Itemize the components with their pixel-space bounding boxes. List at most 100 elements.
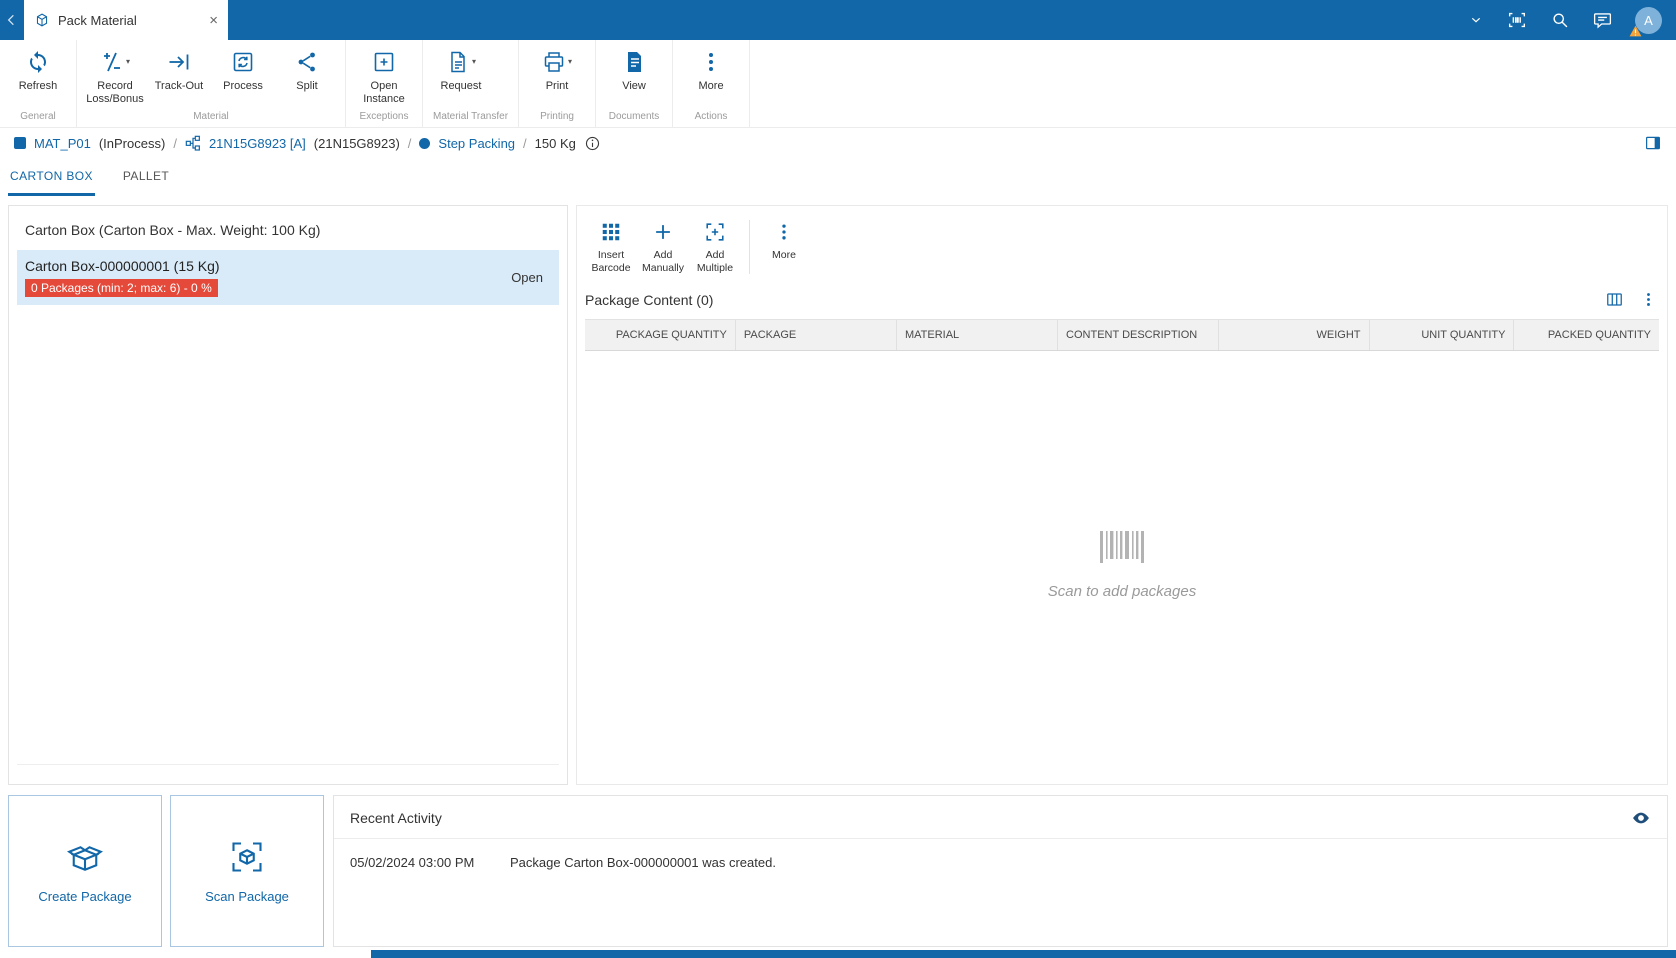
document-tab-pack-material[interactable]: Pack Material ×: [24, 0, 228, 40]
carton-box-name: Carton Box-000000001 (15 Kg): [25, 258, 503, 274]
column-header-material[interactable]: MATERIAL: [896, 320, 1057, 351]
ribbon-item-label: Open Instance: [352, 80, 416, 106]
material-icon: [14, 137, 26, 149]
column-header-unit-quantity[interactable]: UNIT QUANTITY: [1369, 320, 1514, 351]
material-state: (InProcess): [99, 136, 165, 151]
ribbon-group-exceptions: Open Instance Exceptions: [346, 40, 423, 127]
package-content-table: PACKAGE QUANTITY PACKAGE MATERIAL CONTEN…: [585, 319, 1659, 351]
avatar[interactable]: A: [1635, 7, 1662, 34]
search-icon[interactable]: [1550, 10, 1570, 30]
close-icon[interactable]: ×: [209, 13, 218, 28]
material-quantity: 150 Kg: [535, 136, 576, 151]
eye-icon[interactable]: [1631, 808, 1651, 828]
ribbon-item-label: Process: [223, 80, 263, 93]
chevron-down-icon[interactable]: [1468, 12, 1484, 28]
ribbon-item-label: Print: [546, 80, 569, 93]
barcode-scanner-icon[interactable]: [1506, 9, 1528, 31]
open-instance-button[interactable]: Open Instance: [352, 40, 416, 109]
view-tabs: CARTON BOX PALLET: [0, 158, 1676, 196]
insert-barcode-button[interactable]: Insert Barcode: [585, 214, 637, 280]
column-options-icon[interactable]: [1605, 290, 1624, 309]
create-package-icon: [67, 839, 103, 875]
view-icon: [622, 47, 646, 77]
recent-activity-title: Recent Activity: [350, 810, 1631, 826]
column-header-package[interactable]: PACKAGE: [735, 320, 896, 351]
carton-box-state: Open: [503, 270, 551, 285]
tab-pallet[interactable]: PALLET: [121, 158, 171, 196]
view-button[interactable]: View: [602, 40, 666, 109]
table-header-row: PACKAGE QUANTITY PACKAGE MATERIAL CONTEN…: [585, 320, 1659, 351]
flow-icon: [185, 135, 201, 151]
carton-box-panel: Carton Box (Carton Box - Max. Weight: 10…: [8, 205, 568, 785]
empty-state: Scan to add packages: [585, 351, 1659, 776]
process-button[interactable]: Process: [211, 40, 275, 109]
ribbon-group-documents: View Documents: [596, 40, 673, 127]
breadcrumb-material-link[interactable]: MAT_P01: [34, 136, 91, 151]
recent-activity-panel: Recent Activity 05/02/2024 03:00 PM Pack…: [333, 795, 1668, 947]
package-toolbar: Insert Barcode Add Manually Add Multiple: [585, 214, 1659, 280]
more-button[interactable]: More: [679, 40, 743, 109]
feedback-icon[interactable]: [1592, 10, 1613, 31]
ribbon-group-label: Documents: [602, 109, 666, 127]
create-package-button[interactable]: Create Package: [8, 795, 162, 947]
ribbon-group-label: General: [6, 109, 70, 127]
scan-package-button[interactable]: Scan Package: [170, 795, 324, 947]
pack-material-app: Pack Material × A: [0, 0, 1676, 958]
track-out-button[interactable]: Track-Out: [147, 40, 211, 109]
ribbon-group-material: ▾ Record Loss/Bonus Track-Out Process: [77, 40, 346, 127]
ribbon-toolbar: Refresh General ▾ Record Loss/Bonus: [0, 40, 1676, 128]
ribbon-group-label: Material: [83, 109, 339, 127]
activity-message: Package Carton Box-000000001 was created…: [510, 855, 776, 870]
ribbon-item-label: Split: [296, 80, 317, 93]
carton-box-list-item[interactable]: Carton Box-000000001 (15 Kg) 0 Packages …: [17, 250, 559, 305]
breadcrumb-step-link[interactable]: Step Packing: [438, 136, 515, 151]
column-header-package-quantity[interactable]: PACKAGE QUANTITY: [585, 320, 735, 351]
record-loss-bonus-icon: ▾: [100, 47, 130, 77]
add-multiple-button[interactable]: Add Multiple: [689, 214, 741, 280]
toolbar-item-label: Add Multiple: [689, 249, 741, 274]
column-header-weight[interactable]: WEIGHT: [1219, 320, 1369, 351]
kebab-menu-icon[interactable]: [1640, 291, 1657, 308]
request-icon: ▾: [446, 47, 476, 77]
tab-carton-box[interactable]: CARTON BOX: [8, 158, 95, 196]
ribbon-item-label: Track-Out: [155, 80, 204, 93]
carton-box-panel-footer: [17, 764, 559, 776]
barcode-empty-icon: [1098, 527, 1146, 567]
add-multiple-icon: [704, 219, 726, 245]
package-more-button[interactable]: More: [758, 214, 810, 280]
horizontal-scrollbar[interactable]: [371, 950, 1676, 958]
side-panel-toggle-icon[interactable]: [1644, 134, 1662, 152]
process-icon: [231, 47, 255, 77]
breadcrumb: MAT_P01 (InProcess) / 21N15G8923 [A] (21…: [0, 128, 1676, 158]
ribbon-group-actions: More Actions: [673, 40, 750, 127]
column-header-packed-quantity[interactable]: PACKED QUANTITY: [1514, 320, 1659, 351]
toolbar-item-label: Add Manually: [637, 249, 689, 274]
recent-activity-header: Recent Activity: [334, 796, 1667, 839]
topbar-actions: A: [1468, 7, 1676, 34]
flow-name: (21N15G8923): [314, 136, 400, 151]
top-bar: Pack Material × A: [0, 0, 1676, 40]
breadcrumb-flow-link[interactable]: 21N15G8923 [A]: [209, 136, 306, 151]
split-button[interactable]: Split: [275, 40, 339, 109]
toolbar-item-label: More: [772, 249, 796, 262]
info-icon[interactable]: [584, 135, 601, 152]
request-button[interactable]: ▾ Request: [429, 40, 493, 109]
toolbar-item-label: Insert Barcode: [585, 249, 637, 274]
add-manually-button[interactable]: Add Manually: [637, 214, 689, 280]
open-instance-icon: [372, 47, 396, 77]
back-chevron-icon[interactable]: [0, 0, 24, 40]
more-icon: [774, 219, 794, 245]
activity-timestamp: 05/02/2024 03:00 PM: [350, 855, 510, 870]
refresh-button[interactable]: Refresh: [6, 40, 70, 109]
step-icon: [419, 138, 430, 149]
split-icon: [295, 47, 319, 77]
print-icon: ▾: [542, 47, 572, 77]
ribbon-item-label: Request: [441, 80, 482, 93]
record-loss-bonus-button[interactable]: ▾ Record Loss/Bonus: [83, 40, 147, 109]
print-button[interactable]: ▾ Print: [525, 40, 589, 109]
carton-box-panel-title: Carton Box (Carton Box - Max. Weight: 10…: [17, 214, 559, 250]
dropdown-caret-icon: ▾: [126, 57, 130, 66]
column-header-content-description[interactable]: CONTENT DESCRIPTION: [1058, 320, 1219, 351]
insert-barcode-icon: [600, 219, 622, 245]
package-content-panel: Insert Barcode Add Manually Add Multiple: [576, 205, 1668, 785]
